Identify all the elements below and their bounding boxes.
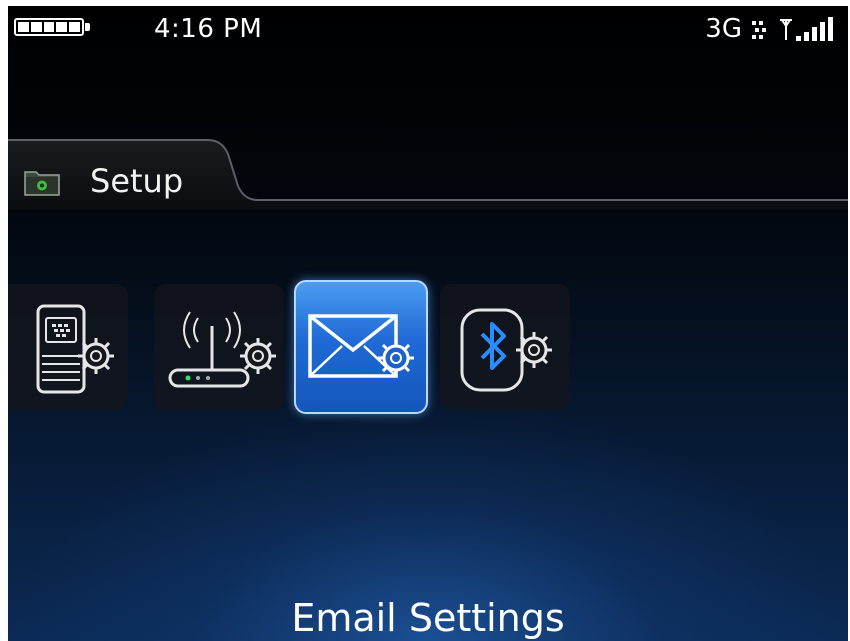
network-status: 3G (705, 14, 838, 44)
selected-item-label: Email Settings (291, 596, 565, 640)
folder-title: Setup (90, 162, 184, 200)
battery-full-icon (14, 18, 92, 40)
folder-icon (24, 171, 60, 196)
folder-header: Setup (8, 130, 848, 210)
signal-strength-icon (780, 17, 833, 41)
status-bar: 4:16 PM 3G (8, 6, 848, 52)
email-settings-icon[interactable] (294, 280, 428, 414)
wifi-setup-icon[interactable] (154, 284, 284, 410)
bluetooth-setup-icon[interactable] (440, 284, 570, 410)
device-setup-icon[interactable] (8, 284, 128, 410)
network-type-label: 3G (705, 14, 742, 44)
clock-time: 4:16 PM (154, 14, 263, 44)
home-screen: 4:16 PM 3G Setup Email Settings (8, 6, 848, 641)
data-transfer-icon (752, 21, 766, 39)
setup-icon-row (8, 280, 848, 420)
